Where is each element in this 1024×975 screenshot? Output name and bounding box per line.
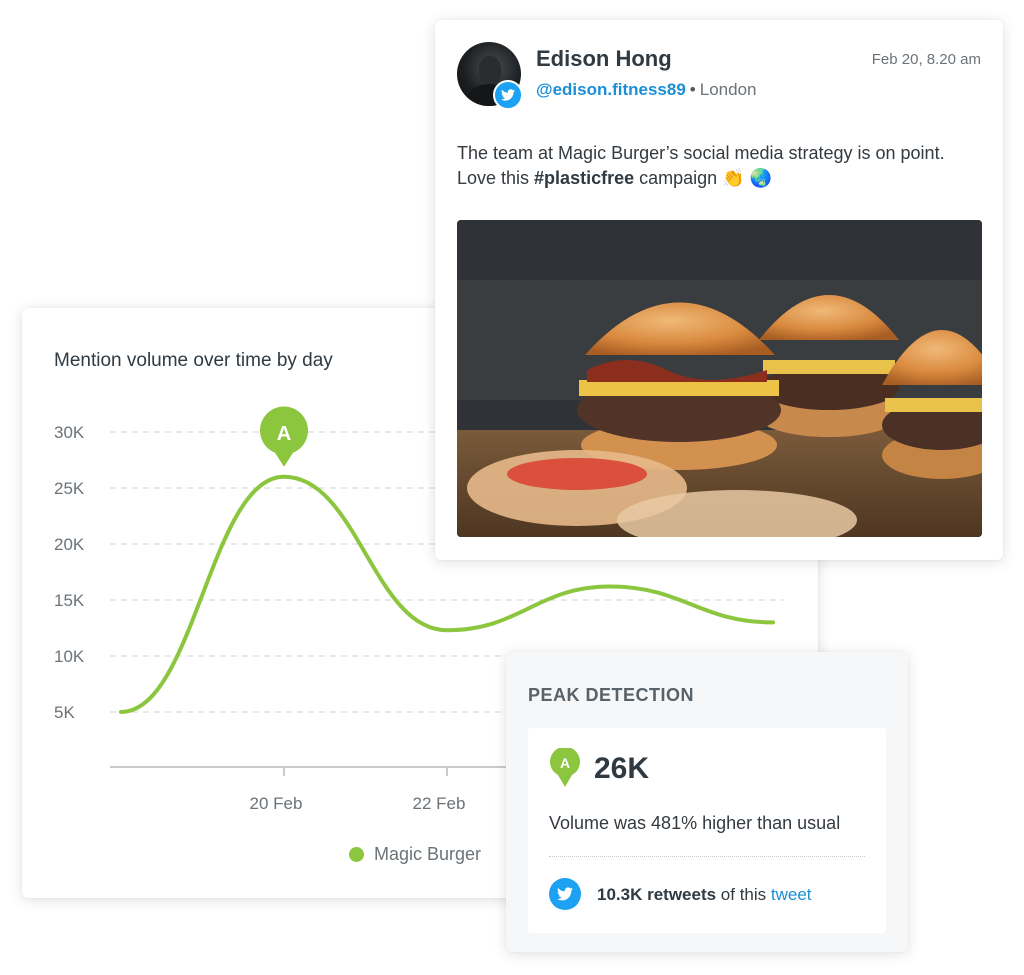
chart-peak-markers[interactable]: A <box>260 406 308 467</box>
tweet-text-after: campaign 👏 🌏 <box>634 168 772 188</box>
author-location: London <box>699 80 757 99</box>
peak-retweets: 10.3K retweets of this tweet <box>597 885 812 905</box>
peak-detection-card: PEAK DETECTION A 26K Volume was 481% hig… <box>506 652 908 952</box>
legend-dot-magic-burger <box>349 847 364 862</box>
tweet-hashtag[interactable]: #plasticfree <box>534 168 634 188</box>
y-tick-label: 15K <box>54 591 85 610</box>
meta-separator: • <box>689 80 696 99</box>
y-tick-label: 20K <box>54 535 85 554</box>
tweet-date: Feb 20, 8.20 am <box>871 51 981 68</box>
x-tick-label: 22 Feb <box>413 794 466 813</box>
twitter-icon <box>549 878 581 910</box>
tweet-text-love: Love this <box>457 168 535 188</box>
author-name[interactable]: Edison Hong <box>536 46 672 72</box>
chart-legend[interactable]: Magic Burger <box>349 844 481 865</box>
peak-marker-label: A <box>560 755 570 771</box>
y-tick-label: 25K <box>54 479 85 498</box>
peak-detection-panel: A 26K Volume was 481% higher than usual … <box>528 728 886 933</box>
legend-label-magic-burger: Magic Burger <box>374 844 482 864</box>
peak-detection-heading: PEAK DETECTION <box>528 685 695 705</box>
x-tick-label: 20 Feb <box>250 794 303 813</box>
peak-description: Volume was 481% higher than usual <box>549 813 841 833</box>
avatar-face <box>479 56 501 86</box>
retweet-count: 10.3K retweets <box>597 885 717 904</box>
twitter-badge-icon <box>493 80 523 110</box>
chart-x-ticks: 20 Feb 22 Feb <box>250 767 466 813</box>
peak-divider <box>549 856 865 857</box>
y-tick-label: 5K <box>54 703 75 722</box>
peak-marker-icon: A <box>550 748 580 787</box>
tweet-text-line1: The team at Magic Burger’s social media … <box>457 143 945 163</box>
author-meta: @edison.fitness89 • London <box>536 80 756 100</box>
author-handle[interactable]: @edison.fitness89 <box>536 80 686 99</box>
peak-marker-a[interactable]: A <box>260 406 308 467</box>
peak-value: 26K <box>594 752 650 785</box>
burger-photo[interactable] <box>457 220 982 537</box>
y-tick-label: 30K <box>54 423 85 442</box>
tweet-link[interactable]: tweet <box>771 885 812 904</box>
burger-photo-illustration <box>457 220 982 537</box>
tweet-card[interactable]: Edison Hong @edison.fitness89 • London Feb… <box>435 20 1003 560</box>
chart-y-ticks: 5K 10K 15K 20K 25K 30K <box>54 423 85 722</box>
peak-marker-label-a: A <box>277 423 291 445</box>
retweet-middle-text: of this <box>716 885 771 904</box>
tweet-text: The team at Magic Burger’s social media … <box>457 141 987 191</box>
y-tick-label: 10K <box>54 647 85 666</box>
